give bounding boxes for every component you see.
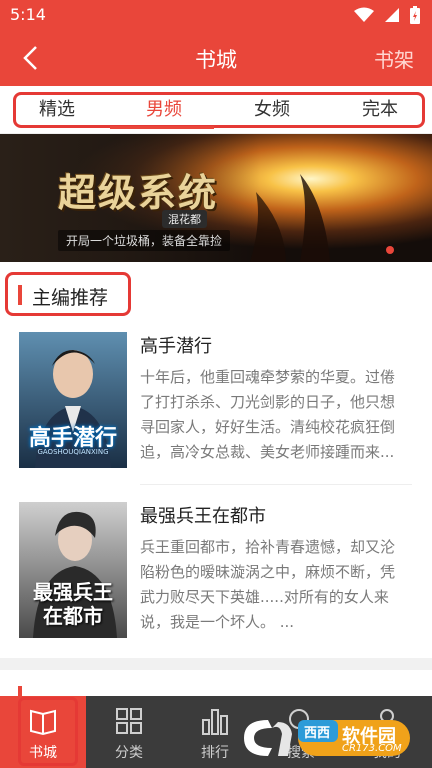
book-title: 高手潜行 — [140, 336, 212, 357]
page-title: 书城 — [195, 48, 237, 72]
active-tab-indicator — [110, 126, 214, 129]
tab-featured[interactable]: 精选 — [24, 95, 90, 125]
signal-icon — [385, 8, 399, 22]
banner-title: 超级系统 — [58, 170, 219, 215]
nav-category[interactable]: 分类 — [86, 696, 172, 768]
battery-icon — [410, 6, 420, 24]
nav-label: 分类 — [115, 745, 143, 761]
watermark: 西西 软件园 CR173.COM — [238, 716, 414, 760]
book-cover: 最强兵王 在都市 — [19, 502, 127, 638]
category-tabs: 精选 男频 女频 完本 — [0, 86, 432, 134]
status-bar: 5:14 — [0, 0, 432, 30]
section-title: 主编推荐 — [32, 287, 109, 309]
book-item-zuiqiang[interactable]: 最强兵王 在都市 最强兵王在都市 兵王重回都市，拾补青春遗憾，却又沦陷粉色的暧昧… — [0, 502, 432, 638]
tab-female[interactable]: 女频 — [236, 95, 308, 125]
book-description: 兵王重回都市，拾补青春遗憾，却又沦陷粉色的暧昧漩涡之中，麻烦不断，凭武力败尽天下… — [140, 538, 396, 631]
section-separator — [0, 658, 432, 670]
tab-completed[interactable]: 完本 — [344, 95, 416, 125]
promo-banner[interactable]: 超级系统 混花都 开局一个垃圾桶，装备全靠捡 — [0, 134, 432, 262]
book-item-gaoshou[interactable]: 高手潜行 GAOSHOUQIANXING 高手潜行 十年后，他重回魂牵梦萦的华夏… — [0, 332, 432, 468]
bookshelf-button[interactable]: 书架 — [374, 44, 414, 73]
watermark-url: CR173.COM — [342, 743, 402, 754]
banner-tagline: 开局一个垃圾桶，装备全靠捡 — [58, 230, 231, 251]
section-marker — [18, 285, 22, 305]
tab-male[interactable]: 男频 — [128, 95, 200, 125]
cover-title-line2: 在都市 — [43, 604, 103, 628]
list-divider — [140, 484, 412, 485]
status-icons — [354, 6, 420, 24]
nav-highlight-box — [18, 697, 78, 766]
banner-badge: 混花都 — [162, 210, 207, 228]
carousel-indicator — [386, 246, 394, 254]
grid-icon — [116, 708, 142, 734]
book-title: 最强兵王在都市 — [140, 506, 266, 527]
wifi-icon — [354, 7, 374, 22]
status-time: 5:14 — [10, 5, 46, 24]
watermark-brand: 西西 — [304, 726, 331, 741]
tabs-highlight-box: 精选 男频 女频 完本 — [13, 92, 425, 128]
book-description: 十年后，他重回魂牵梦萦的华夏。过倦了打打杀杀、刀光剑影的日子，他只想寻回家人，好… — [140, 368, 396, 461]
ranking-icon — [202, 709, 228, 735]
book-cover: 高手潜行 GAOSHOUQIANXING — [19, 332, 127, 468]
cover-subtitle-text: GAOSHOUQIANXING — [37, 448, 109, 456]
app-header: 书城 书架 — [0, 30, 432, 86]
